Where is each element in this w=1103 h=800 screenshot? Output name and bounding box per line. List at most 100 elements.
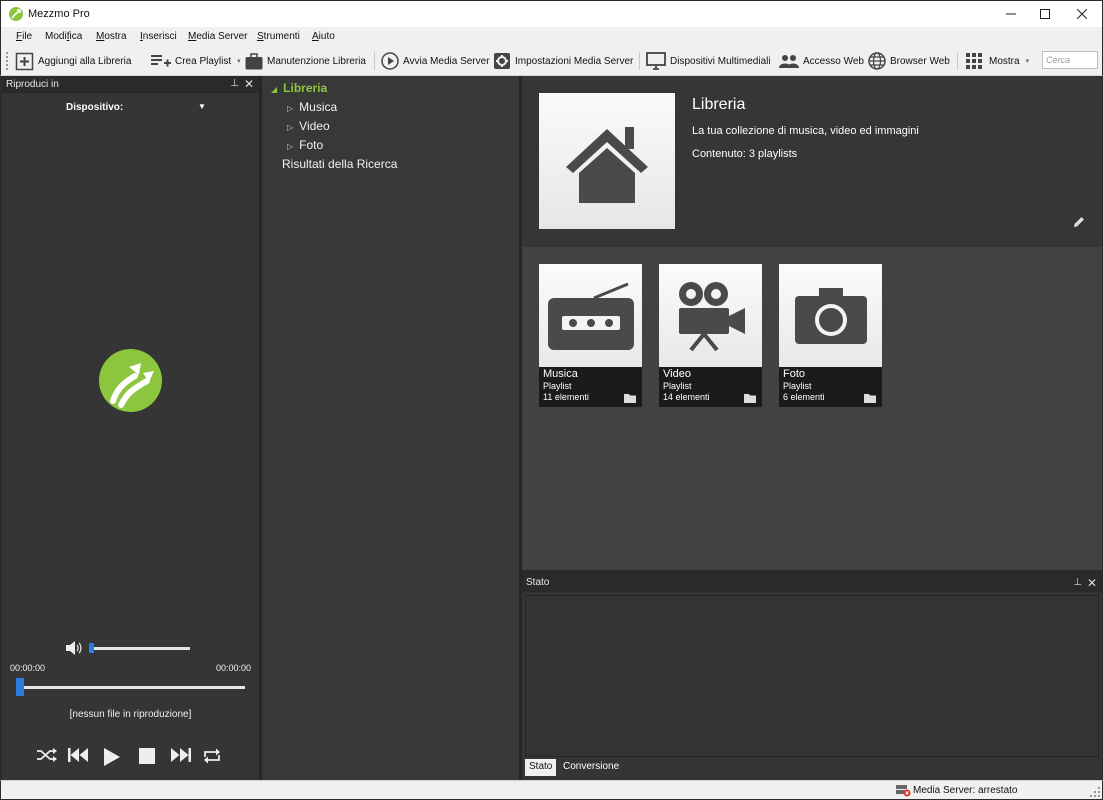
pin-icon[interactable]: ⊥	[1073, 577, 1082, 588]
tree-item-video[interactable]: ▷ Video	[287, 119, 330, 133]
stop-button[interactable]	[139, 748, 155, 764]
shuffle-button[interactable]	[37, 748, 57, 762]
resize-grip-icon[interactable]	[1090, 787, 1100, 797]
briefcase-icon	[245, 52, 263, 69]
card-info: Video Playlist 14 elementi	[659, 367, 762, 407]
server-stopped-icon	[896, 785, 911, 797]
menu-mostra[interactable]: Mostra	[96, 31, 127, 42]
toolbar-separator	[639, 52, 640, 70]
volume-icon[interactable]	[66, 641, 82, 655]
playlist-card-foto[interactable]: Foto Playlist 6 elementi	[779, 264, 882, 407]
library-maintenance-button[interactable]: Manutenzione Libreria	[245, 51, 366, 71]
status-panel: Stato ⊥ ✕ Stato Conversione	[522, 570, 1102, 780]
tree-item-libreria[interactable]: ◢ Libreria	[271, 81, 327, 95]
minimize-icon	[1006, 13, 1016, 15]
play-circle-icon	[381, 52, 399, 70]
collapsed-arrow-icon[interactable]: ▷	[287, 123, 293, 132]
home-icon	[566, 127, 648, 203]
tree-item-foto[interactable]: ▷ Foto	[287, 138, 323, 152]
media-devices-button[interactable]: Dispositivi Multimediali	[646, 51, 771, 71]
maximize-icon	[1040, 9, 1050, 19]
card-type: Playlist	[543, 381, 572, 391]
volume-slider[interactable]	[92, 647, 190, 650]
panel-title: Stato	[526, 577, 550, 588]
status-bar: Media Server: arrestato	[0, 780, 1103, 800]
main-area: Riproduci in ⊥ ✕ Dispositivo: ▼ 00:00:00…	[0, 76, 1103, 780]
panel-title: Riproduci in	[6, 79, 59, 90]
window-title: Mezzmo Pro	[28, 8, 90, 20]
tab-conversione[interactable]: Conversione	[559, 759, 623, 776]
grid-icon	[966, 53, 982, 69]
show-button[interactable]: Mostra ▾	[966, 51, 1029, 71]
previous-icon	[68, 748, 88, 762]
gear-icon	[494, 53, 510, 69]
maximize-button[interactable]	[1028, 1, 1062, 27]
start-media-server-button[interactable]: Avvia Media Server	[381, 51, 490, 71]
folder-icon[interactable]	[744, 393, 757, 403]
minimize-button[interactable]	[994, 1, 1028, 27]
web-browser-button[interactable]: Browser Web	[868, 51, 950, 71]
seek-slider-thumb[interactable]	[16, 678, 24, 696]
menu-modifica[interactable]: Modifica	[45, 31, 82, 42]
card-type: Playlist	[783, 381, 812, 391]
device-dropdown-icon[interactable]: ▼	[198, 102, 206, 111]
status-log	[525, 595, 1099, 757]
collapsed-arrow-icon[interactable]: ▷	[287, 104, 293, 113]
create-playlist-button[interactable]: Crea Playlist ▾	[151, 51, 241, 71]
panel-close-icon[interactable]: ✕	[1087, 576, 1097, 590]
panel-close-icon[interactable]: ✕	[244, 77, 254, 91]
radio-icon	[547, 282, 634, 350]
library-content-count: Contenuto: 3 playlists	[692, 148, 798, 160]
mezzmo-logo-icon	[99, 349, 162, 412]
menu-aiuto[interactable]: Aiuto	[312, 31, 335, 42]
search-input[interactable]: Cerca	[1042, 51, 1098, 69]
tree-item-musica[interactable]: ▷ Musica	[287, 100, 337, 114]
web-access-button[interactable]: Accesso Web	[779, 51, 864, 71]
card-info: Musica Playlist 11 elementi	[539, 367, 642, 407]
card-thumbnail	[659, 264, 762, 367]
play-button[interactable]	[104, 748, 120, 766]
menu-media-server[interactable]: Media Server	[188, 31, 247, 42]
server-status-text: Media Server: arrestato	[913, 785, 1018, 796]
card-type: Playlist	[663, 381, 692, 391]
volume-slider-thumb[interactable]	[89, 643, 94, 653]
shuffle-icon	[37, 748, 57, 762]
repeat-button[interactable]	[202, 748, 222, 764]
menu-strumenti[interactable]: Strumenti	[257, 31, 300, 42]
card-thumbnail	[539, 264, 642, 367]
edit-icon[interactable]	[1073, 216, 1085, 228]
menu-inserisci[interactable]: Inserisci	[140, 31, 177, 42]
card-title: Musica	[543, 368, 578, 380]
menu-file[interactable]: File	[16, 31, 32, 42]
close-button[interactable]	[1065, 1, 1099, 27]
library-description: La tua collezione di musica, video ed im…	[692, 125, 919, 137]
add-library-icon	[15, 52, 34, 70]
menu-bar: File Modifica Mostra Inserisci Media Ser…	[0, 27, 1103, 47]
media-server-settings-button[interactable]: Impostazioni Media Server	[493, 51, 633, 71]
monitor-icon	[646, 52, 666, 70]
expanded-arrow-icon[interactable]: ◢	[271, 85, 277, 94]
previous-button[interactable]	[68, 748, 88, 762]
card-thumbnail	[779, 264, 882, 367]
collapsed-arrow-icon[interactable]: ▷	[287, 142, 293, 151]
playlist-card-musica[interactable]: Musica Playlist 11 elementi	[539, 264, 642, 407]
photo-camera-icon	[794, 287, 867, 344]
tree-item-search-results[interactable]: Risultati della Ricerca	[282, 157, 397, 171]
device-label: Dispositivo:	[66, 102, 124, 113]
now-playing-label: [nessun file in riproduzione]	[69, 709, 192, 720]
tab-stato[interactable]: Stato	[525, 759, 557, 776]
folder-icon[interactable]	[864, 393, 877, 403]
stop-icon	[139, 748, 155, 764]
seek-slider[interactable]	[19, 686, 245, 689]
time-total: 00:00:00	[216, 663, 252, 673]
dropdown-arrow-icon: ▾	[1025, 58, 1030, 65]
add-to-library-button[interactable]: Aggiungi alla Libreria	[15, 51, 131, 71]
play-to-panel: Riproduci in ⊥ ✕ Dispositivo: ▼ 00:00:00…	[2, 76, 259, 780]
pin-icon[interactable]: ⊥	[230, 78, 239, 89]
movie-camera-icon	[678, 281, 745, 351]
toolbar-separator	[374, 52, 375, 70]
folder-icon[interactable]	[624, 393, 637, 403]
next-button[interactable]	[171, 748, 191, 762]
toolbar-grip[interactable]	[6, 52, 9, 70]
playlist-card-video[interactable]: Video Playlist 14 elementi	[659, 264, 762, 407]
